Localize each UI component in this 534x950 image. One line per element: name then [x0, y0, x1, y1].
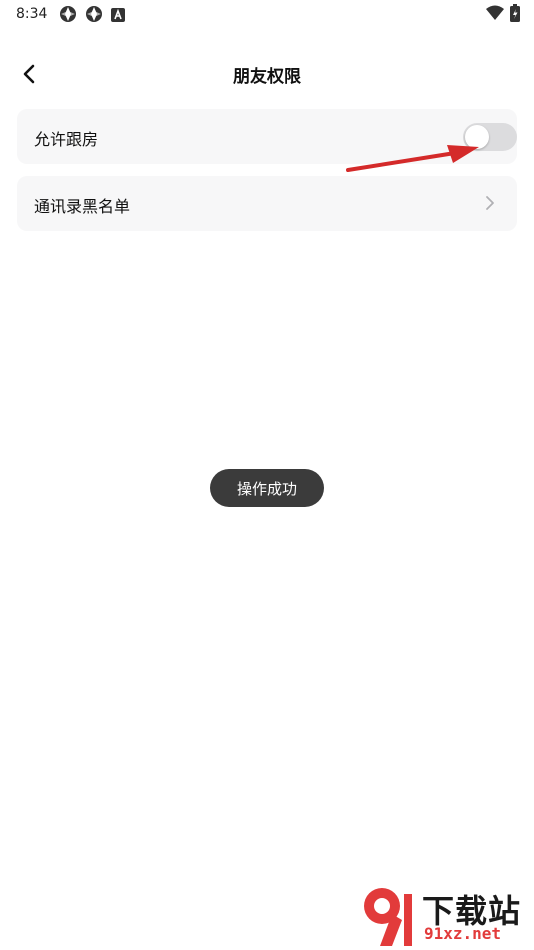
status-icons-left [59, 5, 125, 27]
aperture-icon [85, 5, 103, 27]
wifi-icon [486, 5, 504, 25]
status-time: 8:34 [16, 6, 48, 22]
aperture-icon [59, 5, 77, 27]
chevron-right-icon [486, 196, 494, 210]
success-toast: 操作成功 [210, 469, 324, 507]
a-app-icon [111, 7, 125, 26]
status-icons-right [486, 4, 520, 26]
status-bar: 8:34 [0, 0, 534, 28]
nav-bar: 朋友权限 [0, 50, 534, 96]
allow-follow-label: 允许跟房 [34, 130, 99, 149]
contacts-blacklist-row[interactable]: 通讯录黑名单 [17, 176, 517, 231]
watermark-logo-icon [364, 888, 412, 946]
annotation-arrow-icon [346, 145, 479, 172]
watermark-url: 91xz.net [424, 924, 502, 943]
page-title: 朋友权限 [233, 67, 301, 87]
contacts-blacklist-label: 通讯录黑名单 [34, 197, 131, 216]
site-watermark: 下载站 91xz.net [358, 884, 528, 948]
battery-icon [510, 4, 520, 26]
